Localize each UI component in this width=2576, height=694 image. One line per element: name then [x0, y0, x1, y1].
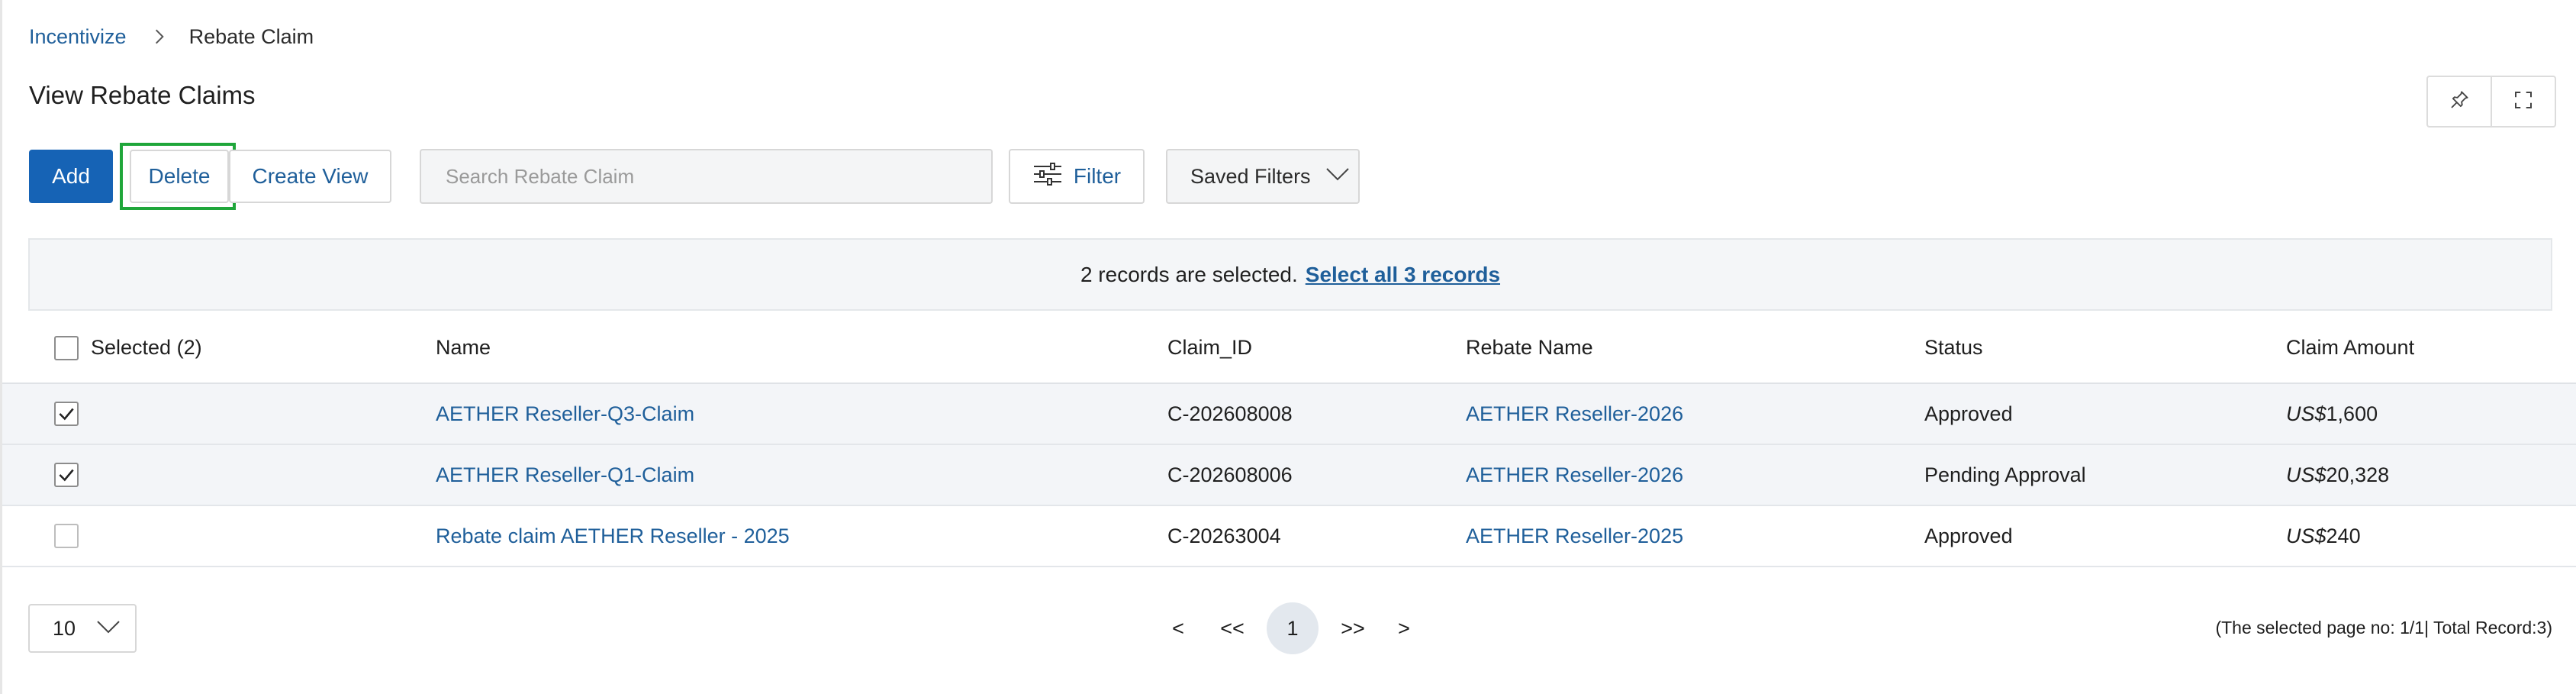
claim-status: Pending Approval: [1924, 463, 2086, 486]
select-all-checkbox[interactable]: [54, 335, 79, 360]
filter-label: Filter: [1073, 164, 1122, 188]
add-button[interactable]: Add: [29, 150, 113, 203]
expand-icon: [2512, 89, 2535, 115]
search-input[interactable]: [420, 149, 993, 204]
header-status[interactable]: Status: [1924, 313, 1983, 383]
page-title: View Rebate Claims: [29, 81, 256, 109]
claim-name-link[interactable]: AETHER Reseller-Q3-Claim: [436, 384, 694, 444]
currency-code: US$: [2286, 402, 2326, 425]
claim-id: C-202608008: [1167, 402, 1293, 425]
page-1-button[interactable]: 1: [1267, 602, 1319, 654]
claim-name-link[interactable]: AETHER Reseller-Q1-Claim: [436, 445, 694, 505]
claim-amount: US$ 240: [2286, 506, 2361, 566]
claim-id: C-202608006: [1167, 463, 1293, 486]
header-claim-amount[interactable]: Claim Amount: [2286, 313, 2414, 383]
delete-button[interactable]: Delete: [130, 150, 229, 203]
amount-value: 1,600: [2326, 402, 2378, 425]
row-checkbox[interactable]: [54, 463, 79, 487]
last-page-button[interactable]: >>: [1328, 617, 1378, 641]
table-header-row: Selected (2) Name Claim_ID Rebate Name S…: [2, 313, 2576, 384]
claim-status: Approved: [1924, 524, 2013, 547]
saved-filters-label: Saved Filters: [1190, 164, 1311, 188]
breadcrumb-current: Rebate Claim: [188, 24, 314, 48]
chevron-down-icon: [1325, 165, 1351, 189]
claim-id: C-20263004: [1167, 524, 1281, 547]
row-checkbox[interactable]: [54, 402, 79, 426]
rebate-name-link[interactable]: AETHER Reseller-2025: [1466, 506, 1683, 566]
selection-message: 2 records are selected.: [1080, 262, 1298, 286]
amount-value: 240: [2326, 524, 2361, 547]
breadcrumb-incentivize-link[interactable]: Incentivize: [29, 25, 127, 49]
row-select-cell: [54, 445, 79, 505]
select-all-records-link[interactable]: Select all 3 records: [1306, 263, 1500, 287]
rebate-claims-table: Selected (2) Name Claim_ID Rebate Name S…: [2, 313, 2576, 567]
fullscreen-button[interactable]: [2491, 77, 2555, 126]
pagination: < << 1 >> >: [1160, 601, 1422, 656]
next-page-button[interactable]: >: [1386, 617, 1422, 641]
pin-button[interactable]: [2428, 77, 2491, 126]
rebate-name-link[interactable]: AETHER Reseller-2026: [1466, 384, 1683, 444]
selection-banner: 2 records are selected. Select all 3 rec…: [28, 238, 2552, 311]
pin-icon: [2448, 89, 2471, 115]
row-select-cell: [54, 384, 79, 444]
claim-amount: US$ 1,600: [2286, 384, 2378, 444]
currency-code: US$: [2286, 463, 2326, 486]
header-name[interactable]: Name: [436, 313, 491, 383]
breadcrumb: Incentivize Rebate Claim: [29, 23, 314, 50]
check-icon: [59, 469, 74, 482]
header-rebate-name[interactable]: Rebate Name: [1466, 313, 1593, 383]
view-actions: [2426, 76, 2556, 128]
claim-name-link[interactable]: Rebate claim AETHER Reseller - 2025: [436, 506, 790, 566]
chevron-down-icon: [95, 617, 121, 641]
currency-code: US$: [2286, 524, 2326, 547]
claim-status: Approved: [1924, 402, 2013, 425]
table-row[interactable]: Rebate claim AETHER Reseller - 2025 C-20…: [2, 506, 2576, 567]
table-row[interactable]: AETHER Reseller-Q3-Claim C-202608008 AET…: [2, 384, 2576, 445]
page-size-select[interactable]: 10: [28, 604, 137, 653]
claim-amount: US$ 20,328: [2286, 445, 2389, 505]
check-icon: [59, 408, 74, 421]
previous-page-button[interactable]: <: [1160, 617, 1196, 641]
saved-filters-dropdown[interactable]: Saved Filters: [1166, 149, 1360, 204]
page-size-value: 10: [53, 616, 76, 640]
chevron-right-icon: [150, 27, 169, 47]
amount-value: 20,328: [2326, 463, 2390, 486]
sliders-icon: [1032, 162, 1063, 192]
row-select-cell: [54, 506, 79, 566]
first-page-button[interactable]: <<: [1207, 617, 1257, 641]
header-selected: Selected (2): [91, 336, 202, 359]
row-checkbox[interactable]: [54, 524, 79, 548]
create-view-button[interactable]: Create View: [229, 150, 391, 203]
header-select-cell: Selected (2): [54, 313, 202, 383]
header-claim-id[interactable]: Claim_ID: [1167, 313, 1252, 383]
table-row[interactable]: AETHER Reseller-Q1-Claim C-202608006 AET…: [2, 445, 2576, 506]
filter-button[interactable]: Filter: [1009, 149, 1145, 204]
pagination-info: (The selected page no: 1/1| Total Record…: [2215, 618, 2552, 638]
rebate-name-link[interactable]: AETHER Reseller-2026: [1466, 445, 1683, 505]
